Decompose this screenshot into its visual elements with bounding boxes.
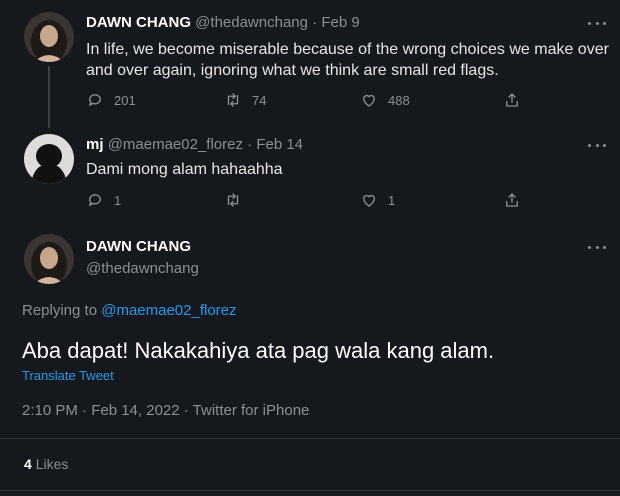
avatar-mj[interactable] [24,134,74,184]
replying-handle-link[interactable]: @maemae02_florez [101,302,236,319]
retweet-button[interactable] [224,191,252,209]
likes-stat[interactable]: 4 Likes [24,456,68,472]
tweet-date[interactable]: Feb 14 [256,136,303,153]
retweet-count: 74 [252,92,267,108]
divider [0,438,620,439]
tweet1-text-line1: In life, we become miserable because of … [86,41,609,58]
avatar-dawn-chang[interactable] [24,234,74,284]
handle[interactable]: @maemae02_florez [108,136,243,153]
handle[interactable]: @thedawnchang [195,14,308,31]
display-name[interactable]: DAWN CHANG [86,14,191,31]
likes-count: 4 [24,456,32,472]
separator: · [247,136,253,153]
reply-icon [89,94,101,106]
more-icon[interactable] [588,244,606,250]
heart-icon [363,94,375,107]
reply-icon [89,194,101,206]
heart-icon [363,194,375,207]
main-tweet-text: Aba dapat! Nakakahiya ata pag wala kang … [22,338,495,363]
tweet1-text-line2: and over again, ignoring what we think a… [86,62,499,79]
replying-prefix: Replying to [22,302,98,319]
translate-tweet-link[interactable]: Translate Tweet [22,368,114,383]
retweet-icon [227,193,239,207]
likes-label: Likes [35,456,69,472]
share-button[interactable] [503,91,521,109]
reply-count: 1 [114,192,122,208]
separator: · [312,14,318,31]
share-icon [506,93,518,107]
display-name[interactable]: DAWN CHANG [86,238,191,255]
more-icon[interactable] [588,142,606,148]
tweet-date[interactable]: Feb 9 [321,14,359,31]
tweet-timestamp[interactable]: 2:10 PM · Feb 14, 2022 · Twitter for iPh… [22,402,309,419]
like-count: 1 [388,192,396,208]
replying-to: Replying to @maemae02_florez [22,302,237,319]
divider [0,490,620,491]
retweet-button[interactable]: 74 [224,91,266,109]
like-button[interactable]: 488 [360,91,410,109]
reply-button[interactable]: 201 [86,91,136,109]
handle[interactable]: @thedawnchang [86,260,199,277]
share-icon [506,193,518,207]
display-name[interactable]: mj [86,136,104,153]
tweet2-text: Dami mong alam hahaahha [86,161,283,178]
reply-count: 201 [114,92,136,108]
like-button[interactable]: 1 [360,191,395,209]
tweet1-header: DAWN CHANG @thedawnchang · Feb 9 [86,14,360,31]
thread-line [48,66,50,128]
tweet2-header: mj @maemae02_florez · Feb 14 [86,136,303,153]
more-icon[interactable] [588,20,606,26]
share-button[interactable] [503,191,521,209]
like-count: 488 [388,92,410,108]
reply-button[interactable]: 1 [86,191,121,209]
avatar-dawn-chang[interactable] [24,12,74,62]
tweet1-text: In life, we become miserable because of … [86,39,609,81]
retweet-icon [227,93,239,107]
